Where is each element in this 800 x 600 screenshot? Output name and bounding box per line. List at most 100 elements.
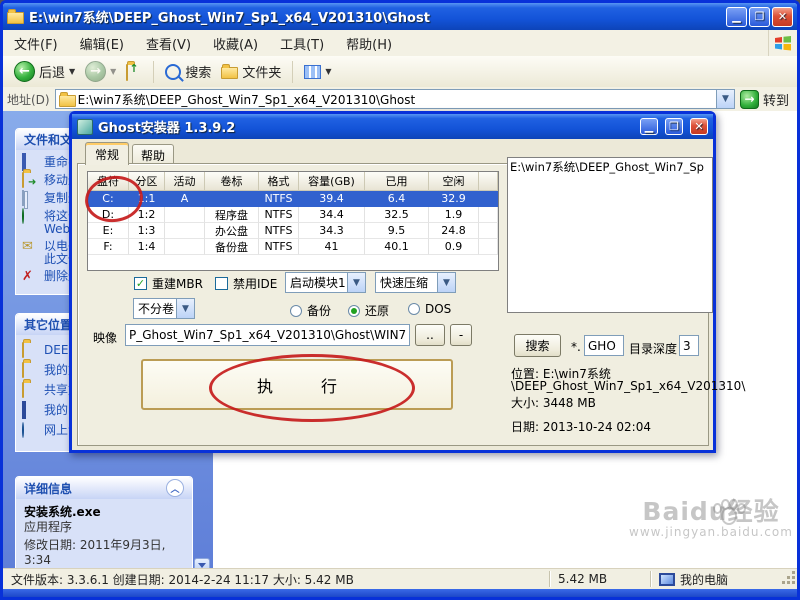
toolbar: ← 后退 ▼ → ▼ ↑ 搜索 文件夹 ▼ — [3, 56, 797, 88]
back-button[interactable]: ← 后退 ▼ — [9, 59, 80, 84]
status-zone: 我的电脑 — [651, 571, 736, 588]
go-label: 转到 — [763, 90, 789, 109]
ghost-installer-dialog: Ghost安装器 1.3.9.2 ▁ ❐ ✕ 常规 帮助 盘符 分区 活动 卷标… — [69, 111, 716, 453]
details-filename: 安装系统.exe — [24, 505, 184, 520]
disable-ide-checkbox[interactable]: 禁用IDE — [215, 275, 277, 292]
depth-label: 目录深度 — [629, 340, 677, 357]
search-button[interactable]: 搜索 — [160, 60, 216, 83]
network-icon — [22, 424, 38, 438]
shared-folder-icon — [22, 384, 38, 398]
table-row[interactable]: D:1:2 程序盘 NTFS34.4 32.51.9 — [88, 207, 498, 223]
folder-icon — [7, 12, 24, 24]
fast-compress-dropdown[interactable]: 快速压缩 ▼ — [375, 272, 456, 293]
search-label: 搜索 — [185, 62, 211, 81]
boot-module-dropdown[interactable]: 启动模块1 ▼ — [285, 272, 366, 293]
content-area: 文件和文件夹任务 重命名这个文件 ➜ 移动这个文件 复制这个文件 — [3, 111, 797, 569]
table-row[interactable]: E:1:3 办公盘 NTFS34.3 9.524.8 — [88, 223, 498, 239]
browse-button[interactable]: .. — [415, 324, 445, 346]
window-bottom-border — [3, 589, 797, 597]
chevron-down-icon: ▼ — [437, 273, 455, 292]
restore-radio[interactable]: 还原 — [348, 302, 389, 319]
delete-icon: ✗ — [22, 270, 38, 284]
forward-icon: → — [85, 61, 106, 82]
radio-on-icon — [348, 305, 360, 317]
search-images-button[interactable]: 搜索 — [514, 334, 561, 357]
views-button[interactable]: ▼ — [299, 63, 336, 81]
dialog-titlebar: Ghost安装器 1.3.9.2 ▁ ❐ ✕ — [72, 114, 713, 139]
image-list[interactable]: E:\win7系统\DEEP_Ghost_Win7_Sp — [507, 157, 713, 313]
back-caret-icon: ▼ — [69, 67, 75, 76]
computer-icon — [22, 404, 38, 418]
menu-favorites[interactable]: 收藏(A) — [202, 31, 269, 56]
checkbox-unchecked-icon — [215, 277, 228, 290]
address-dropdown-button[interactable]: ▼ — [716, 90, 734, 108]
dialog-close-button[interactable]: ✕ — [690, 118, 708, 135]
window-titlebar: E:\win7系统\DEEP_Ghost_Win7_Sp1_x64_V20131… — [3, 3, 797, 30]
image-path-input[interactable] — [126, 328, 409, 342]
remove-button[interactable]: - — [450, 324, 472, 346]
resize-grip[interactable] — [783, 572, 797, 586]
minimize-button[interactable]: ▁ — [726, 7, 747, 27]
tab-general[interactable]: 常规 — [85, 142, 129, 165]
depth-input[interactable] — [680, 339, 698, 353]
dialog-maximize-button[interactable]: ❐ — [665, 118, 683, 135]
image-location-line2: \DEEP_Ghost_Win7_Sp1_x64_V201310\ — [511, 379, 745, 393]
status-bar: 文件版本: 3.3.6.1 创建日期: 2014-2-24 11:17 大小: … — [3, 568, 797, 589]
windows-logo-icon — [768, 30, 797, 56]
forward-caret-icon: ▼ — [110, 67, 116, 76]
depth-field — [679, 335, 699, 356]
explorer-window: E:\win7系统\DEEP_Ghost_Win7_Sp1_x64_V20131… — [0, 0, 800, 600]
chevron-down-icon: ▼ — [176, 299, 194, 318]
folder-icon — [22, 344, 38, 358]
my-computer-icon — [659, 573, 675, 586]
details-modified-time: 3:34 — [24, 553, 184, 568]
address-folder-icon — [59, 95, 76, 107]
rebuild-mbr-checkbox[interactable]: ✓ 重建MBR — [134, 275, 203, 292]
folders-icon — [221, 67, 238, 79]
documents-folder-icon — [22, 364, 38, 378]
list-item[interactable]: E:\win7系统\DEEP_Ghost_Win7_Sp — [508, 158, 712, 176]
forward-button[interactable]: → ▼ — [80, 59, 121, 84]
folders-label: 文件夹 — [242, 62, 281, 81]
go-button[interactable]: → 转到 — [740, 90, 793, 109]
image-date: 日期: 2013-10-24 02:04 — [511, 418, 651, 435]
tab-help[interactable]: 帮助 — [132, 144, 174, 165]
pattern-field — [584, 335, 624, 356]
folders-button[interactable]: 文件夹 — [216, 60, 286, 83]
search-icon — [165, 64, 181, 80]
radio-off-icon — [408, 303, 420, 315]
pattern-input[interactable] — [585, 339, 623, 353]
up-button[interactable]: ↑ — [121, 63, 147, 81]
menu-file[interactable]: 文件(F) — [3, 31, 69, 56]
collapse-icon[interactable]: ︿ — [166, 479, 184, 497]
status-file-info: 文件版本: 3.3.6.1 创建日期: 2014-2-24 11:17 大小: … — [3, 571, 549, 588]
dialog-minimize-button[interactable]: ▁ — [640, 118, 658, 135]
address-input[interactable] — [76, 91, 716, 107]
details-modified: 修改日期: 2011年9月3日, — [24, 538, 184, 553]
pattern-prefix-label: *. — [571, 340, 581, 354]
checkbox-checked-icon: ✓ — [134, 277, 147, 290]
table-row[interactable]: F:1:4 备份盘 NTFS41 40.10.9 — [88, 239, 498, 255]
up-folder-icon: ↑ — [126, 65, 142, 79]
close-button[interactable]: ✕ — [772, 7, 793, 27]
details-title: 详细信息 — [24, 480, 72, 497]
rename-icon — [22, 156, 38, 170]
maximize-button[interactable]: ❐ — [749, 7, 770, 27]
execute-button[interactable]: 执 行 — [141, 359, 453, 410]
menu-tools[interactable]: 工具(T) — [269, 31, 335, 56]
back-icon: ← — [14, 61, 35, 82]
table-row[interactable]: C:1:1 A NTFS39.4 6.432.9 — [88, 191, 498, 207]
publish-web-icon — [22, 210, 38, 224]
details-header[interactable]: 详细信息 ︿ — [16, 477, 192, 499]
details-panel: 详细信息 ︿ 安装系统.exe 应用程序 修改日期: 2011年9月3日, 3:… — [15, 476, 193, 575]
menu-edit[interactable]: 编辑(E) — [69, 31, 135, 56]
radio-off-icon — [290, 305, 302, 317]
copy-icon — [22, 192, 38, 206]
no-split-dropdown[interactable]: 不分卷 ▼ — [133, 298, 195, 319]
menu-view[interactable]: 查看(V) — [135, 31, 202, 56]
dos-radio[interactable]: DOS — [408, 302, 451, 316]
menu-help[interactable]: 帮助(H) — [335, 31, 403, 56]
address-label: 地址(D) — [7, 91, 50, 108]
details-filetype: 应用程序 — [24, 520, 184, 535]
backup-radio[interactable]: 备份 — [290, 302, 331, 319]
